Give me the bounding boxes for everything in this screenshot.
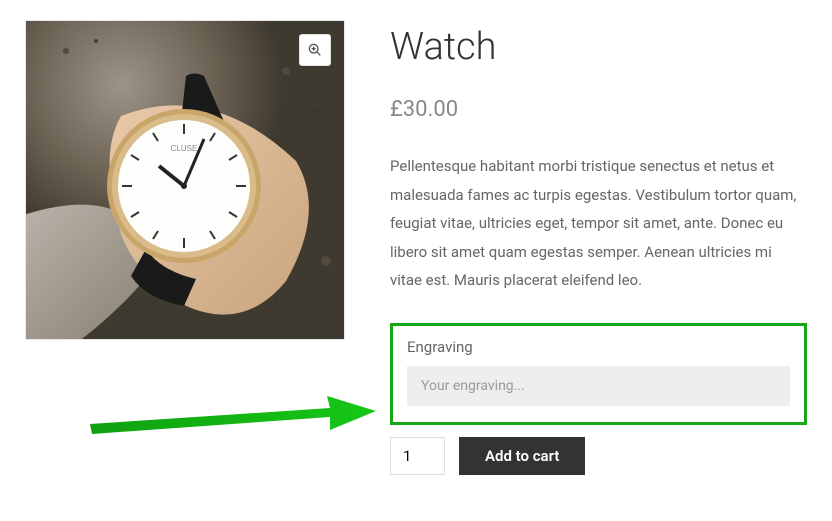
product-title: Watch [390,25,807,69]
engraving-input[interactable] [407,366,790,406]
engraving-section: Engraving [390,323,807,425]
svg-text:CLUSE: CLUSE [171,144,198,153]
engraving-label: Engraving [407,338,790,356]
product-image[interactable]: CLUSE [25,20,345,340]
zoom-icon [307,42,323,58]
quantity-stepper[interactable] [390,437,445,475]
product-price: £30.00 [390,97,807,122]
zoom-button[interactable] [299,34,331,66]
product-description: Pellentesque habitant morbi tristique se… [390,152,807,295]
add-to-cart-button[interactable]: Add to cart [459,437,585,475]
